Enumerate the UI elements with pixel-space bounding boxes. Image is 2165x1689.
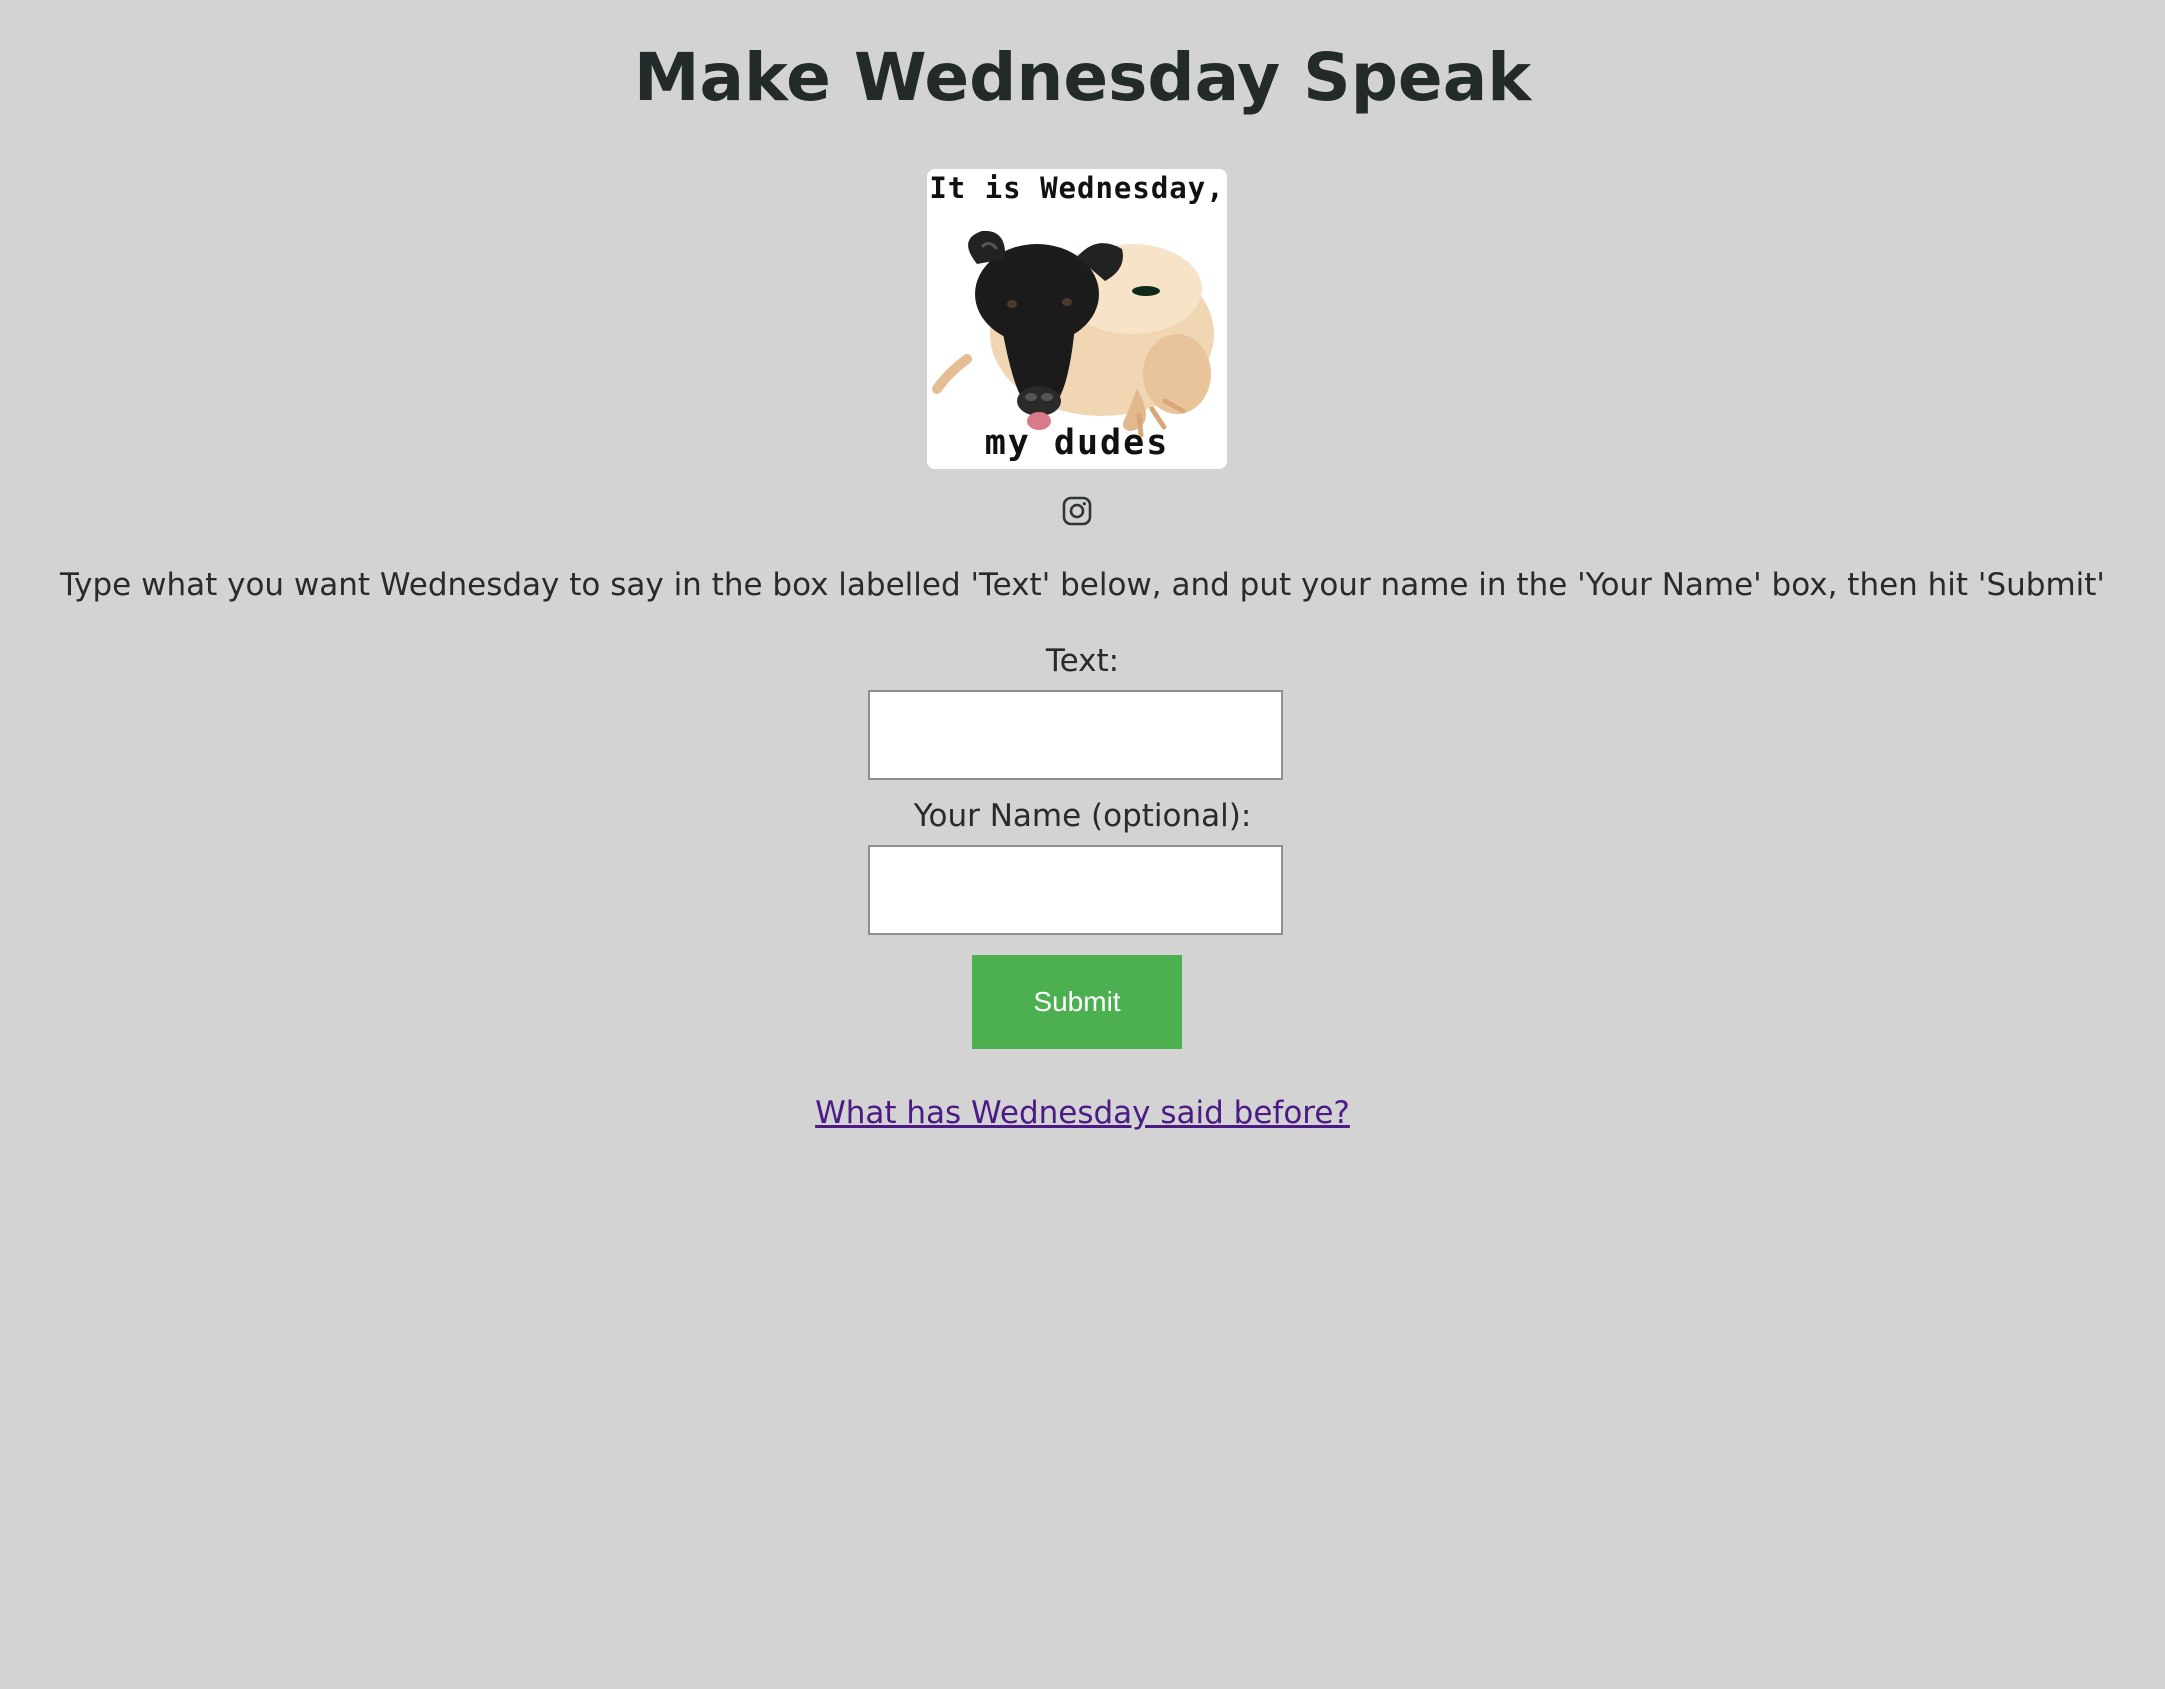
instagram-icon[interactable]: [1062, 496, 1092, 526]
instructions-text: Type what you want Wednesday to say in t…: [60, 567, 2105, 603]
page-title: Make Wednesday Speak: [633, 39, 1532, 116]
page: Make Wednesday Speak It is Wednesday, my…: [0, 0, 2165, 1689]
meme-bottom-caption: my dudes: [984, 423, 1170, 463]
text-field-label: Text:: [1045, 643, 1120, 679]
name-input[interactable]: [868, 845, 1283, 935]
name-field-label: Your Name (optional):: [913, 798, 1252, 834]
text-input[interactable]: [868, 690, 1283, 780]
history-link-container: What has Wednesday said before?: [0, 1088, 2165, 1138]
meme-top-caption: It is Wednesday,: [929, 171, 1225, 205]
submit-button[interactable]: Submit: [972, 955, 1182, 1049]
wednesday-meme-image: It is Wednesday, my dudes: [927, 169, 1227, 469]
history-link[interactable]: What has Wednesday said before?: [815, 1095, 1350, 1131]
